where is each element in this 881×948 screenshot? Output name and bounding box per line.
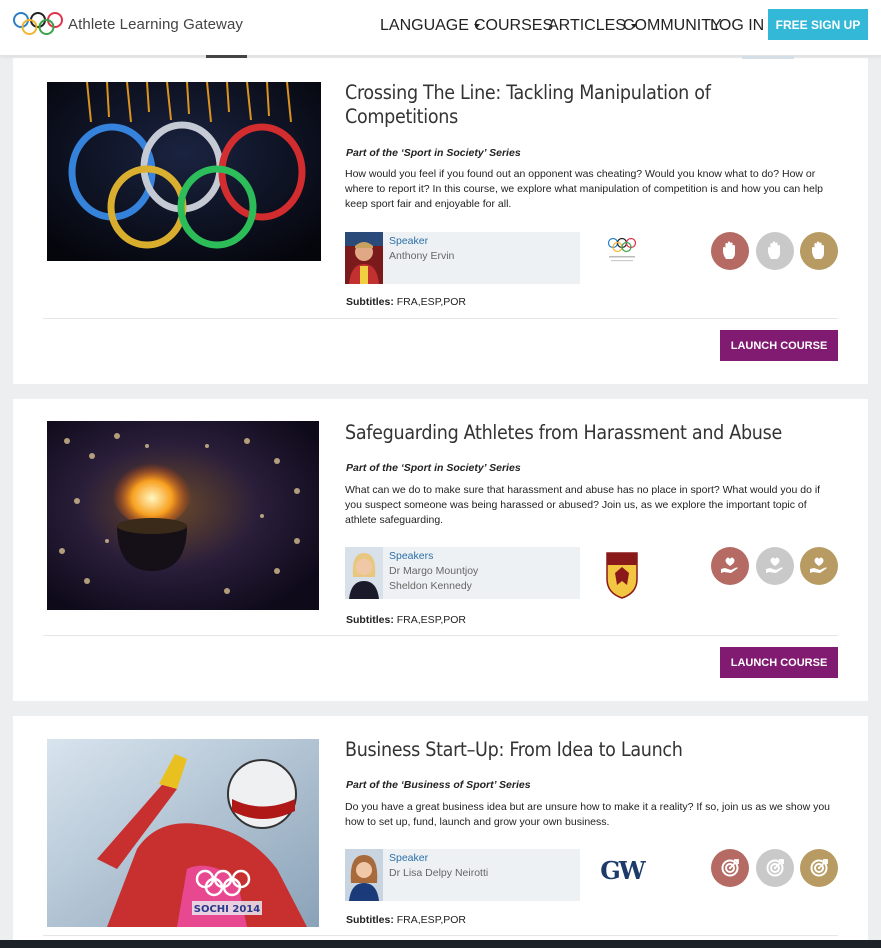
speaker-box[interactable]: Speaker Anthony Ervin [345, 232, 580, 284]
speaker-name: Sheldon Kennedy [389, 580, 472, 592]
hand-heart-icon [810, 557, 827, 573]
speaker-label: Speaker [389, 235, 429, 247]
gw-logo-icon: GW [600, 855, 645, 885]
course-title[interactable]: Business Start–Up: From Idea to Launch [345, 738, 835, 762]
subtitles: Subtitles: FRA,ESP,POR [346, 296, 466, 308]
speaker-name: Dr Lisa Delpy Neirotti [389, 867, 489, 879]
speaker-avatar [345, 232, 383, 284]
course-description: How would you feel if you found out an o… [345, 168, 824, 210]
course-title[interactable]: Crossing The Line: Tackling Manipulation… [345, 81, 765, 129]
nav-language-label: LANGUAGE [380, 17, 469, 34]
site-header: Athlete Learning Gateway LANGUAGE COURSE… [0, 0, 881, 56]
speaker-box[interactable]: Speakers Dr Margo Mountjoy Sheldon Kenne… [345, 547, 580, 599]
hand-heart-icon [721, 557, 738, 573]
target-icon [721, 859, 739, 877]
target-badge[interactable] [711, 849, 749, 887]
subtitles-label: Subtitles: [346, 614, 394, 626]
course-title[interactable]: Safeguarding Athletes from Harassment an… [345, 421, 835, 445]
subtitles-value: FRA,ESP,POR [396, 614, 467, 626]
hand-stop-icon [768, 241, 780, 259]
subtitles: Subtitles: FRA,ESP,POR [346, 914, 466, 926]
target-badge[interactable] [800, 849, 838, 887]
bottom-bar [0, 940, 881, 948]
speaker-avatar [345, 547, 383, 599]
speaker-label: Speaker [389, 852, 429, 864]
sochi-2014-wordmark: SOCHI 2014 [194, 904, 260, 915]
subtitles-value: FRA,ESP,POR [396, 914, 467, 926]
course-image-art [47, 82, 321, 261]
launch-course-button[interactable]: LAUNCH COURSE [720, 647, 838, 678]
olympic-rings-icon [13, 12, 63, 35]
course-description: Do you have a great business idea but ar… [345, 801, 831, 828]
hand-stop-icon [723, 241, 735, 259]
target-icon [810, 859, 828, 877]
hand-stop-badge[interactable] [800, 232, 838, 270]
scroll-indicator-secondary [742, 56, 794, 59]
course-series: Part of the ‘Sport in Society’ Series [346, 462, 521, 474]
nav-login[interactable]: LOG IN [710, 17, 764, 35]
hand-stop-icon [812, 241, 824, 259]
speaker-name: Dr Margo Mountjoy [389, 565, 479, 577]
hand-heart-badge[interactable] [756, 547, 794, 585]
divider [43, 635, 838, 636]
target-icon [766, 859, 784, 877]
course-card: SOCHI 2014 Business Start–Up: From Idea … [13, 716, 868, 948]
course-image-olympic-rings[interactable] [47, 82, 321, 261]
ioc-logo-icon [607, 237, 637, 262]
divider [43, 935, 838, 936]
free-signup-button[interactable]: FREE SIGN UP [768, 9, 868, 40]
site-logo[interactable]: Athlete Learning Gateway [12, 11, 243, 37]
hand-stop-badge[interactable] [711, 232, 749, 270]
university-crest-icon [606, 552, 638, 599]
course-image-art [47, 421, 319, 610]
subtitles-label: Subtitles: [346, 914, 394, 926]
course-image-olympic-cauldron[interactable] [47, 421, 319, 610]
course-series: Part of the ‘Sport in Society’ Series [346, 147, 521, 159]
speaker-box[interactable]: Speaker Dr Lisa Delpy Neirotti [345, 849, 580, 901]
subtitles: Subtitles: FRA,ESP,POR [346, 614, 466, 626]
hand-stop-badge[interactable] [756, 232, 794, 270]
hand-heart-badge[interactable] [711, 547, 749, 585]
scroll-indicator [206, 55, 247, 58]
speaker-label: Speakers [389, 550, 434, 562]
divider [43, 318, 838, 319]
launch-course-button[interactable]: LAUNCH COURSE [720, 330, 838, 361]
nav-courses[interactable]: COURSES [474, 17, 553, 35]
course-description: What can we do to make sure that harassm… [345, 484, 821, 526]
nav-community[interactable]: COMMUNITY [623, 17, 722, 35]
course-card: Safeguarding Athletes from Harassment an… [13, 399, 868, 701]
nav-articles-label: ARTICLES [548, 17, 626, 34]
target-badge[interactable] [756, 849, 794, 887]
hand-heart-icon [766, 557, 783, 573]
course-image-luge-athlete[interactable]: SOCHI 2014 [47, 739, 319, 927]
speaker-avatar [345, 849, 383, 901]
course-card: Crossing The Line: Tackling Manipulation… [13, 58, 868, 384]
course-series: Part of the ‘Business of Sport’ Series [346, 779, 531, 791]
nav-language[interactable]: LANGUAGE [380, 17, 480, 35]
subtitles-label: Subtitles: [346, 296, 394, 308]
speaker-name: Anthony Ervin [389, 250, 455, 262]
brand-name: Athlete Learning Gateway [68, 15, 244, 33]
subtitles-value: FRA,ESP,POR [396, 296, 467, 308]
course-image-art: SOCHI 2014 [47, 739, 319, 927]
hand-heart-badge[interactable] [800, 547, 838, 585]
